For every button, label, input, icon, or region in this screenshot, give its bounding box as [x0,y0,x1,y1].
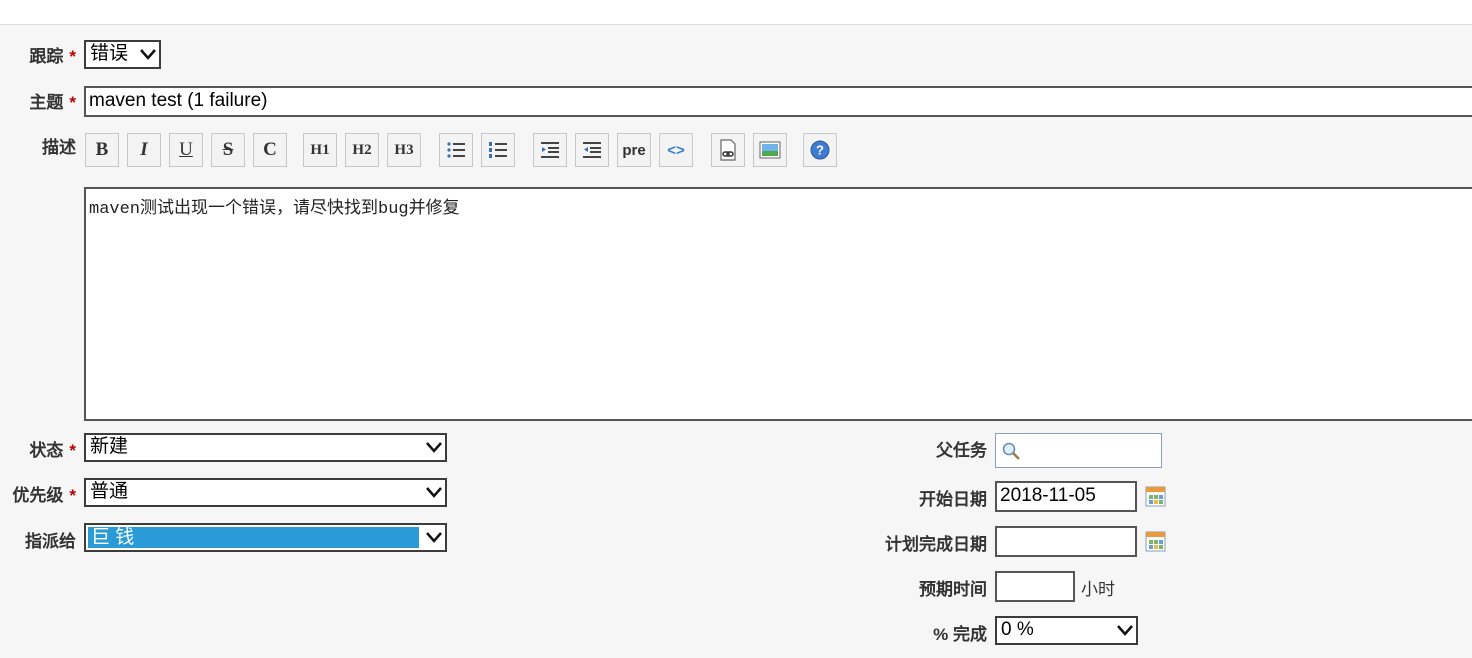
start-date-value: 2018-11-05 [1000,485,1096,506]
bold-icon: B [95,139,109,160]
heading1-button[interactable]: H1 [303,133,337,167]
heading2-icon: H2 [352,141,372,158]
inline-code-icon: C [263,139,277,160]
chevron-down-icon [140,49,156,60]
priority-label: 优先级 * [0,481,76,506]
estimated-time-label: 预期时间 [820,575,987,600]
indent-button[interactable] [533,133,567,167]
heading1-icon: H1 [310,141,330,158]
image-button[interactable] [753,133,787,167]
outdent-icon [583,142,601,158]
unordered-list-button[interactable] [439,133,473,167]
required-marker: * [69,486,76,505]
underline-button[interactable]: U [169,133,203,167]
assignee-label-text: 指派给 [25,532,76,551]
svg-text:?: ? [816,143,824,158]
help-button[interactable]: ? [803,133,837,167]
assignee-value: 巨 钱 [91,527,135,548]
required-marker: * [69,441,76,460]
status-value: 新建 [90,436,129,457]
italic-icon: I [140,139,148,160]
heading3-icon: H3 [394,141,414,158]
done-ratio-value: 0 % [1001,619,1034,640]
underline-icon: U [179,139,193,160]
required-marker: * [69,93,76,112]
description-label-text: 描述 [42,138,76,157]
due-date-label-text: 计划完成日期 [885,535,987,554]
subject-input[interactable]: maven test (1 failure) [84,86,1472,117]
done-ratio-label: % 完成 [820,620,987,645]
heading3-button[interactable]: H3 [387,133,421,167]
estimated-time-label-text: 预期时间 [919,580,987,599]
parent-task-label-text: 父任务 [936,441,987,460]
start-date-input[interactable]: 2018-11-05 [995,481,1137,512]
help-icon: ? [810,140,830,160]
preformatted-button[interactable]: pre [617,133,651,167]
status-select[interactable]: 新建 [84,433,447,462]
hours-unit: 小时 [1081,580,1115,599]
search-icon [1002,442,1020,460]
top-bar [0,0,1472,25]
required-marker: * [69,47,76,66]
tracker-label-text: 跟踪 [29,47,64,66]
heading2-button[interactable]: H2 [345,133,379,167]
tracker-value: 错误 [90,43,129,64]
inline-code-button[interactable]: C [253,133,287,167]
priority-label-text: 优先级 [12,486,64,505]
chevron-down-icon [426,532,442,543]
strikethrough-button[interactable]: S [211,133,245,167]
strikethrough-icon: S [222,139,234,160]
priority-select[interactable]: 普通 [84,478,447,507]
preformatted-icon: pre [622,141,646,159]
start-date-label-text: 开始日期 [919,490,987,509]
page-link-icon [720,139,736,161]
status-label: 状态 * [0,436,76,461]
start-date-label: 开始日期 [820,485,987,510]
calendar-icon[interactable] [1145,486,1166,507]
subject-label-text: 主题 [29,93,64,112]
ordered-list-icon [489,142,507,158]
done-ratio-select[interactable]: 0 % [995,616,1138,645]
description-value: maven测试出现一个错误，请尽快找到bug并修复 [89,200,460,219]
status-label-text: 状态 [29,441,64,460]
chevron-down-icon [426,442,442,453]
code-icon: <> [667,141,685,159]
subject-value: maven test (1 failure) [89,90,268,111]
italic-button[interactable]: I [127,133,161,167]
tracker-select[interactable]: 错误 [84,40,161,69]
wiki-link-button[interactable] [711,133,745,167]
bold-button[interactable]: B [85,133,119,167]
assignee-label: 指派给 [0,527,76,552]
estimated-time-input[interactable] [995,571,1075,602]
indent-icon [541,142,559,158]
ordered-list-button[interactable] [481,133,515,167]
assignee-select[interactable]: 巨 钱 [84,523,447,552]
done-ratio-label-text: % 完成 [933,625,987,644]
outdent-button[interactable] [575,133,609,167]
due-date-input[interactable] [995,526,1137,557]
due-date-label: 计划完成日期 [820,530,987,555]
unordered-list-icon [447,142,465,158]
subject-label: 主题 * [0,88,76,113]
chevron-down-icon [426,487,442,498]
assignee-highlight: 巨 钱 [88,527,419,548]
description-textarea[interactable]: maven测试出现一个错误，请尽快找到bug并修复 [84,187,1472,421]
priority-value: 普通 [90,481,129,502]
parent-task-input[interactable] [995,433,1162,468]
tracker-label: 跟踪 * [0,42,76,67]
parent-task-label: 父任务 [820,436,987,461]
calendar-icon[interactable] [1145,531,1166,552]
code-block-button[interactable]: <> [659,133,693,167]
chevron-down-icon [1117,625,1133,636]
image-icon [759,141,781,159]
description-label: 描述 [0,133,76,158]
